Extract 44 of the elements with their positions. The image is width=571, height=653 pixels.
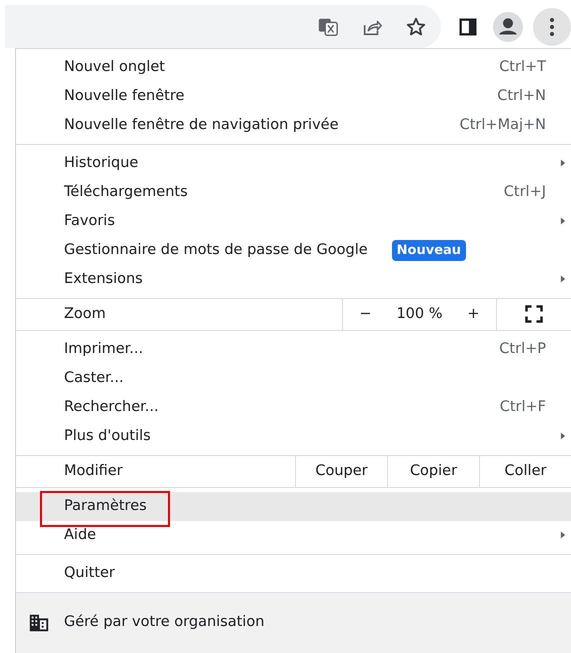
menu-item[interactable]: Nouvel onglet Ctrl+T	[16, 53, 571, 82]
submenu-arrow-icon	[558, 530, 568, 540]
fullscreen-icon	[524, 304, 544, 324]
menu-item[interactable]: Rechercher... Ctrl+F	[16, 393, 571, 422]
submenu-arrow-icon	[558, 216, 568, 226]
shortcut-text: Ctrl+N	[497, 86, 546, 106]
menu-item[interactable]: Quitter	[16, 559, 571, 588]
menu-item[interactable]: Aide	[16, 521, 571, 550]
menu-item[interactable]: Imprimer... Ctrl+P	[16, 335, 571, 364]
star-icon	[405, 16, 427, 38]
zoom-level: 100 %	[396, 304, 443, 324]
menu-item[interactable]: Favoris	[16, 207, 571, 236]
menu-item[interactable]: Historique	[16, 149, 571, 178]
footer-text: Géré par votre organisation	[64, 613, 264, 632]
menu-item[interactable]: Plus d'outils	[16, 422, 571, 451]
shortcut-text: Ctrl+Maj+N	[460, 116, 546, 135]
zoom-in-button[interactable]: +	[459, 304, 488, 326]
menu-item[interactable]: Caster...	[16, 364, 571, 393]
submenu-arrow-icon	[558, 431, 568, 441]
edit-action-button[interactable]: Couper	[295, 456, 387, 487]
zoom-out-button[interactable]: −	[351, 304, 380, 326]
shortcut-text: Ctrl+T	[499, 58, 546, 77]
submenu-arrow-icon	[558, 158, 568, 168]
menu-item[interactable]: Nouvelle fenêtre de navigation privée Ctrl+Maj+N	[16, 111, 571, 140]
edit-action-button[interactable]: Copier	[387, 456, 479, 487]
shortcut-text: Ctrl+F	[500, 398, 546, 417]
menu-item[interactable]: Téléchargements Ctrl+J	[16, 178, 571, 207]
menu-item[interactable]: Paramètres	[16, 492, 571, 521]
menu-item[interactable]: Gestionnaire de mots de passe de Google Nouveau	[16, 236, 571, 265]
side-panel-icon	[457, 16, 479, 38]
shortcut-text: Ctrl+J	[504, 182, 546, 202]
menu-label: Zoom	[63, 304, 107, 324]
menu-icon	[550, 18, 554, 36]
submenu-arrow-icon	[558, 274, 568, 284]
shortcut-text: Ctrl+P	[499, 340, 546, 359]
avatar-icon	[493, 12, 523, 42]
avatar-button[interactable]	[493, 12, 523, 42]
menu-label: Modifier	[63, 462, 124, 481]
edit-action-button[interactable]: Coller	[479, 456, 571, 487]
menu-item[interactable]: Extensions	[16, 265, 571, 294]
menu-item[interactable]: Nouvelle fenêtre Ctrl+N	[16, 82, 571, 111]
building-icon	[28, 612, 50, 634]
menu-button[interactable]	[533, 8, 571, 46]
new-badge: Nouveau	[392, 240, 466, 262]
